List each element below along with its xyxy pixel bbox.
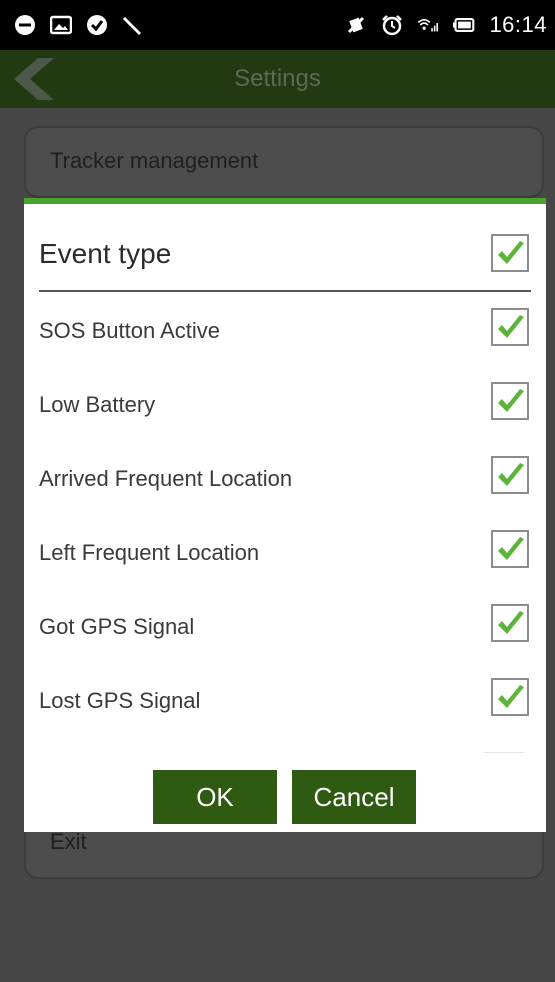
dialog-header: Event type: [39, 224, 531, 292]
tracker-management-label: Tracker management: [50, 148, 259, 173]
exit-label: Exit: [50, 829, 87, 854]
wifi-signal-icon: [417, 14, 439, 36]
event-label: Lost GPS Signal: [39, 688, 201, 713]
event-row-sos-button-active[interactable]: SOS Button Active: [39, 294, 531, 368]
event-checkbox[interactable]: [491, 530, 529, 568]
event-row-arrived-frequent-location[interactable]: Arrived Frequent Location: [39, 442, 531, 516]
event-checkbox[interactable]: [491, 456, 529, 494]
tracker-management-item[interactable]: Tracker management: [24, 126, 544, 198]
event-checkbox[interactable]: [491, 604, 529, 642]
checkmark-icon: [498, 537, 524, 560]
event-label: Arrived Frequent Location: [39, 466, 293, 491]
app-bar: Settings: [0, 50, 555, 108]
event-row-got-gps-signal[interactable]: Got GPS Signal: [39, 590, 531, 664]
event-checkbox[interactable]: [491, 382, 529, 420]
scroll-divider: [484, 752, 524, 753]
cancel-button[interactable]: Cancel: [292, 770, 416, 824]
status-notifications: [14, 14, 144, 36]
page-title: Settings: [234, 65, 321, 92]
checkmark-icon: [498, 241, 524, 264]
event-type-list: SOS Button Active Low Battery Arrived Fr…: [39, 294, 531, 738]
dialog-title: Event type: [39, 238, 172, 269]
checkmark-icon: [498, 611, 524, 634]
event-row-low-battery[interactable]: Low Battery: [39, 368, 531, 442]
event-type-dialog: Event type SOS Button Active Low Battery…: [24, 198, 546, 832]
event-label: Got GPS Signal: [39, 614, 195, 639]
checkmark-icon: [498, 389, 524, 412]
image-icon: [50, 14, 72, 36]
satellite-icon: [122, 14, 144, 36]
event-label: SOS Button Active: [39, 318, 220, 343]
checkmark-icon: [498, 685, 524, 708]
check-circle-icon: [86, 14, 108, 36]
minus-circle-icon: [14, 14, 36, 36]
vibrate-off-icon: [345, 14, 367, 36]
event-row-left-frequent-location[interactable]: Left Frequent Location: [39, 516, 531, 590]
checkmark-icon: [498, 463, 524, 486]
status-bar: 16:14: [0, 0, 555, 50]
event-checkbox[interactable]: [491, 308, 529, 346]
event-checkbox[interactable]: [491, 678, 529, 716]
event-label: Left Frequent Location: [39, 540, 260, 565]
checkmark-icon: [498, 315, 524, 338]
ok-button[interactable]: OK: [153, 770, 277, 824]
alarm-icon: [381, 14, 403, 36]
event-row-lost-gps-signal[interactable]: Lost GPS Signal: [39, 664, 531, 738]
battery-icon: [453, 14, 475, 36]
select-all-checkbox[interactable]: [491, 234, 529, 272]
status-system: 16:14: [345, 12, 547, 38]
event-label: Low Battery: [39, 392, 156, 417]
status-time: 16:14: [489, 12, 547, 37]
